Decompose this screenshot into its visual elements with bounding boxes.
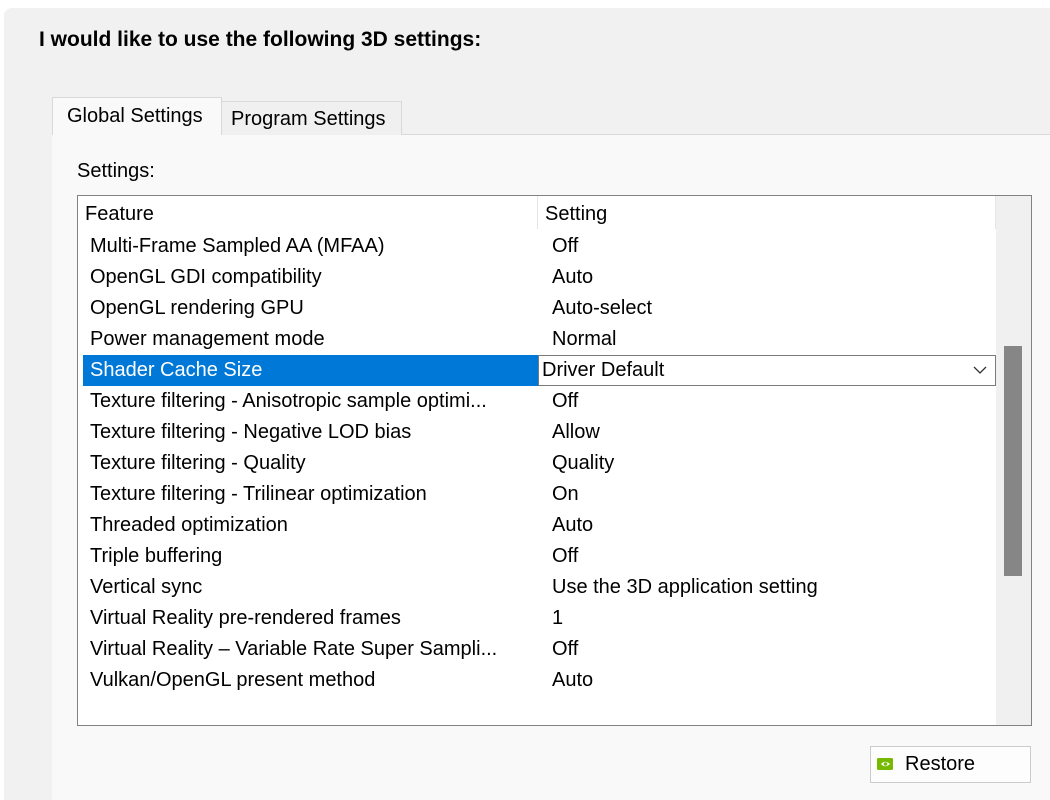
table-row[interactable]: Multi-Frame Sampled AA (MFAA) Off: [83, 231, 996, 262]
vertical-scrollbar[interactable]: [996, 196, 1031, 725]
setting-value: Auto: [552, 669, 594, 691]
settings-label: Settings:: [77, 160, 155, 182]
table-row[interactable]: Texture filtering - Anisotropic sample o…: [83, 386, 996, 417]
setting-value: Use the 3D application setting: [552, 576, 818, 598]
table-row[interactable]: Virtual Reality – Variable Rate Super Sa…: [83, 634, 996, 665]
setting-value: Off: [552, 545, 579, 567]
table-row[interactable]: Vulkan/OpenGL present method Auto: [83, 665, 996, 696]
tab-program-settings[interactable]: Program Settings: [222, 101, 402, 135]
table-row[interactable]: Texture filtering - Trilinear optimizati…: [83, 479, 996, 510]
feature-name: Texture filtering - Negative LOD bias: [90, 421, 412, 443]
column-header-feature[interactable]: Feature: [78, 196, 538, 229]
setting-value: Auto-select: [552, 297, 653, 319]
list-rows: Multi-Frame Sampled AA (MFAA) Off OpenGL…: [83, 231, 996, 696]
setting-value: Normal: [552, 328, 617, 350]
table-row[interactable]: Vertical sync Use the 3D application set…: [83, 572, 996, 603]
feature-name: Texture filtering - Anisotropic sample o…: [90, 390, 487, 412]
feature-name: Threaded optimization: [90, 514, 288, 536]
table-row[interactable]: Virtual Reality pre-rendered frames 1: [83, 603, 996, 634]
feature-name: Shader Cache Size: [90, 359, 263, 381]
column-header-setting[interactable]: Setting: [538, 196, 996, 229]
feature-name: Texture filtering - Trilinear optimizati…: [90, 483, 427, 505]
dropdown-value: Driver Default: [542, 359, 665, 381]
table-row[interactable]: OpenGL rendering GPU Auto-select: [83, 293, 996, 324]
setting-value: 1: [552, 607, 564, 629]
feature-name: Virtual Reality – Variable Rate Super Sa…: [90, 638, 498, 660]
table-row[interactable]: Power management mode Normal: [83, 324, 996, 355]
table-row[interactable]: Threaded optimization Auto: [83, 510, 996, 541]
setting-value: Quality: [552, 452, 615, 474]
list-header: Feature Setting: [78, 196, 996, 229]
settings-list[interactable]: Feature Setting Multi-Frame Sampled AA (…: [77, 195, 1032, 726]
feature-name: Multi-Frame Sampled AA (MFAA): [90, 235, 385, 257]
table-row-selected[interactable]: Shader Cache Size Driver Default: [83, 355, 996, 386]
setting-value: Auto: [552, 266, 594, 288]
feature-name: OpenGL GDI compatibility: [90, 266, 322, 288]
feature-name: Vertical sync: [90, 576, 203, 598]
table-row[interactable]: Texture filtering - Negative LOD bias Al…: [83, 417, 996, 448]
setting-value: Allow: [552, 421, 600, 443]
setting-value: Auto: [552, 514, 594, 536]
feature-name: OpenGL rendering GPU: [90, 297, 304, 319]
tab-global-settings[interactable]: Global Settings: [52, 97, 222, 135]
shader-cache-size-dropdown[interactable]: Driver Default: [538, 355, 996, 386]
restore-button[interactable]: Restore: [870, 746, 1031, 783]
restore-button-label: Restore: [905, 753, 976, 775]
page-heading: I would like to use the following 3D set…: [39, 28, 482, 51]
setting-value: Off: [552, 638, 579, 660]
scrollbar-thumb[interactable]: [1004, 346, 1022, 576]
feature-name: Texture filtering - Quality: [90, 452, 306, 474]
feature-name: Power management mode: [90, 328, 325, 350]
feature-name: Triple buffering: [90, 545, 223, 567]
feature-name: Vulkan/OpenGL present method: [90, 669, 376, 691]
chevron-down-icon: [973, 366, 987, 374]
nvidia-logo-icon: [877, 758, 893, 770]
table-row[interactable]: Triple buffering Off: [83, 541, 996, 572]
setting-value: Off: [552, 390, 579, 412]
table-row[interactable]: Texture filtering - Quality Quality: [83, 448, 996, 479]
table-row[interactable]: OpenGL GDI compatibility Auto: [83, 262, 996, 293]
setting-value: On: [552, 483, 579, 505]
setting-value: Off: [552, 235, 579, 257]
feature-name: Virtual Reality pre-rendered frames: [90, 607, 401, 629]
